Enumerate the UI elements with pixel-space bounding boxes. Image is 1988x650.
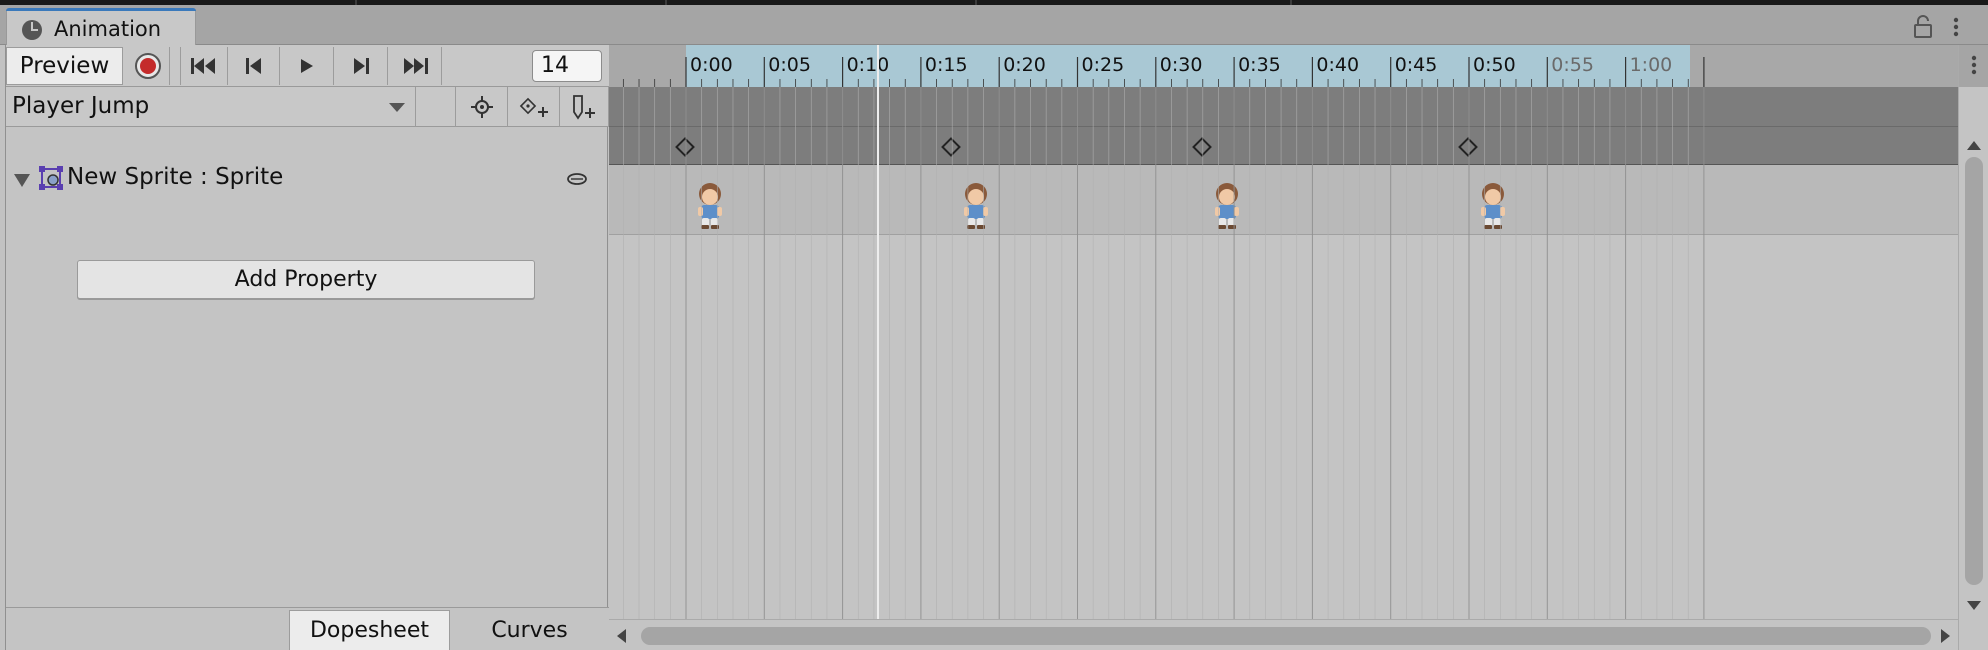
eye-icon[interactable] xyxy=(566,172,588,186)
dopesheet-timeline[interactable]: 0:00 0:05 0:10 0:15 0:20 0:25 0:30 0:35 0:40 0:45… xyxy=(609,45,1958,650)
preview-button[interactable]: Preview xyxy=(6,47,123,85)
keyframe-diamond[interactable] xyxy=(1191,137,1212,157)
playback-toolbar: Preview 14 xyxy=(6,45,609,87)
time-ruler[interactable]: 0:00 0:05 0:10 0:15 0:20 0:25 0:30 0:35 0:40 0:45… xyxy=(609,45,1958,87)
playhead[interactable] xyxy=(877,45,880,635)
ruler-label: 0:50 xyxy=(1473,54,1516,76)
add-property-button[interactable]: Add Property xyxy=(77,260,535,299)
sprite-frame-thumbnail[interactable] xyxy=(1207,180,1247,232)
record-button[interactable] xyxy=(126,47,170,85)
window-tab-bar: Animation xyxy=(0,5,1988,46)
tab-dopesheet[interactable]: Dopesheet xyxy=(289,610,450,650)
sprite-renderer-icon xyxy=(39,166,63,190)
clock-icon xyxy=(22,20,42,40)
add-keyframe-icon xyxy=(519,97,548,117)
ruler-label: 0:20 xyxy=(1003,54,1046,76)
sprite-frame-thumbnail[interactable] xyxy=(956,180,996,232)
keyframe-diamond[interactable] xyxy=(941,137,962,157)
add-event-icon xyxy=(573,95,595,120)
keyframe-diamond[interactable] xyxy=(675,137,695,157)
last-keyframe-button[interactable] xyxy=(388,47,442,85)
clip-dropdown[interactable]: Player Jump xyxy=(6,87,416,127)
view-mode-tabs: Dopesheet Curves xyxy=(6,607,609,650)
preview-label: Preview xyxy=(19,53,110,79)
property-label: New Sprite : Sprite xyxy=(67,164,284,190)
clip-name: Player Jump xyxy=(12,93,150,119)
scroll-down-icon[interactable] xyxy=(1967,601,1981,610)
scroll-up-icon[interactable] xyxy=(1967,141,1981,150)
add-keyframe-button[interactable] xyxy=(508,87,560,127)
play-button[interactable] xyxy=(280,47,334,85)
ruler-label: 0:55 xyxy=(1551,54,1594,76)
scroll-left-icon[interactable] xyxy=(617,629,626,643)
ruler-label: 0:25 xyxy=(1082,54,1125,76)
sprite-frame-thumbnail[interactable] xyxy=(1473,180,1513,232)
chevron-down-icon xyxy=(389,103,405,112)
kebab-menu-icon[interactable] xyxy=(1967,51,1981,79)
ruler-label: 0:10 xyxy=(847,54,890,76)
lock-icon[interactable] xyxy=(1912,15,1934,39)
tab-animation[interactable]: Animation xyxy=(6,8,196,46)
record-icon xyxy=(134,53,161,79)
keyframe-track[interactable] xyxy=(609,127,1958,165)
ruler-ticks: 0:00 0:05 0:10 0:15 0:20 0:25 0:30 0:35 0:40 0:45… xyxy=(622,54,1705,87)
ruler-label: 0:00 xyxy=(690,54,733,76)
next-keyframe-button[interactable] xyxy=(334,47,388,85)
ruler-label: 1:00 xyxy=(1630,54,1673,76)
horizontal-scrollbar[interactable] xyxy=(609,619,1958,650)
ruler-label: 0:35 xyxy=(1238,54,1281,76)
sprite-frame-thumbnail[interactable] xyxy=(690,180,730,232)
frame-number-field[interactable]: 14 xyxy=(532,50,602,82)
ruler-label: 0:40 xyxy=(1316,54,1359,76)
ruler-label: 0:30 xyxy=(1160,54,1203,76)
hierarchy-panel: Preview 14 Player Jump New Sprite: Spri… xyxy=(5,45,609,650)
tab-label: Animation xyxy=(54,17,162,41)
foldout-arrow-icon[interactable] xyxy=(14,174,30,187)
clip-row: Player Jump xyxy=(6,87,609,127)
snap-button[interactable] xyxy=(456,87,508,127)
previous-keyframe-icon xyxy=(245,58,261,74)
scrollbar-corner xyxy=(1959,45,1988,87)
next-keyframe-icon xyxy=(353,58,369,74)
sprite-track[interactable] xyxy=(609,165,1958,235)
play-icon xyxy=(300,59,313,73)
first-keyframe-button[interactable] xyxy=(180,47,228,85)
summary-track[interactable] xyxy=(609,87,1958,127)
vertical-scrollbar[interactable] xyxy=(1958,45,1988,650)
previous-keyframe-button[interactable] xyxy=(228,47,280,85)
vertical-scroll-thumb[interactable] xyxy=(1965,157,1983,585)
last-keyframe-icon xyxy=(403,58,428,74)
clip-blank-slot xyxy=(416,87,456,127)
snap-target-icon xyxy=(470,96,493,118)
first-keyframe-icon xyxy=(191,58,215,74)
ruler-label: 0:15 xyxy=(925,54,968,76)
keyframe-diamond[interactable] xyxy=(1458,137,1478,157)
ruler-label: 0:05 xyxy=(768,54,811,76)
horizontal-scroll-thumb[interactable] xyxy=(641,627,1931,645)
property-row[interactable]: New Sprite : Sprite xyxy=(6,160,609,196)
tab-curves[interactable]: Curves xyxy=(450,610,609,650)
scroll-right-icon[interactable] xyxy=(1941,629,1950,643)
ruler-label: 0:45 xyxy=(1395,54,1438,76)
add-event-button[interactable] xyxy=(560,87,609,127)
kebab-menu-icon[interactable] xyxy=(1948,15,1964,39)
